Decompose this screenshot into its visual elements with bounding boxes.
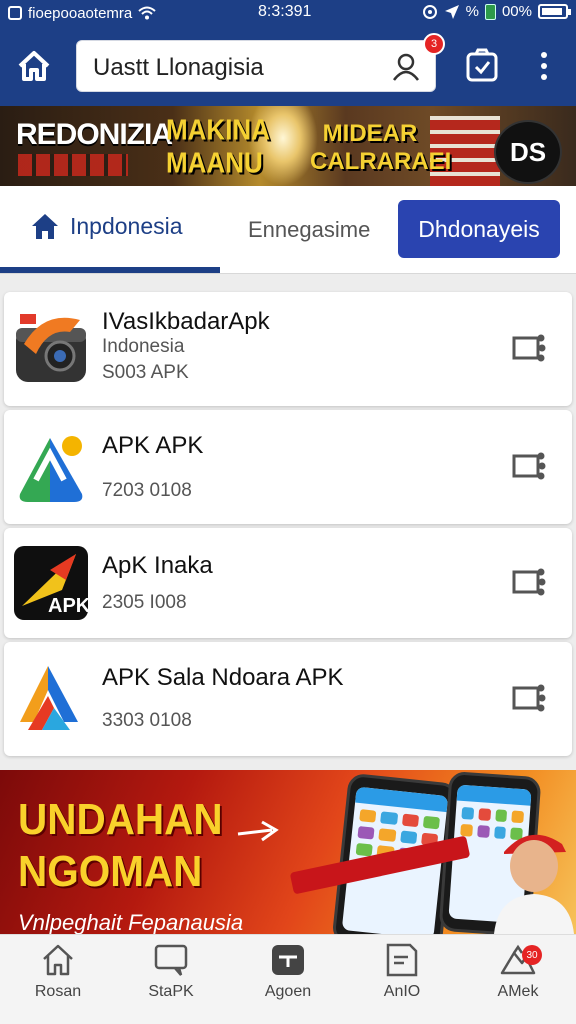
tab-bar: Inpdonesia Ennegasime Dhdonayeis — [0, 186, 576, 274]
tab-label: Inpdonesia — [70, 212, 183, 239]
more-options-button[interactable] — [534, 48, 554, 84]
yellow-apk-app-icon: APK — [14, 546, 88, 620]
promo-middle-text: MAKINA MAANU — [166, 113, 270, 179]
promo-banner[interactable]: REDONIZIA MAKINA MAANU MIDEAR CALRARAEI … — [0, 106, 576, 186]
app-title: APK Sala Ndoara APK — [102, 664, 344, 691]
nav-label: AMek — [497, 983, 539, 1000]
share-icon[interactable] — [512, 452, 546, 480]
home-icon — [32, 214, 58, 239]
home-button[interactable] — [14, 48, 54, 84]
status-bar: ﬁoepooaotemra 8:3:391 % 00% — [0, 0, 576, 26]
status-left: ﬁoepooaotemra — [8, 5, 156, 22]
tab-indonesia[interactable]: Inpdonesia — [30, 212, 183, 240]
app-icon — [272, 945, 304, 975]
chat-icon — [154, 944, 188, 976]
tab-dhdonayeis-button[interactable]: Dhdonayeis — [398, 200, 560, 258]
app-title: APK APK — [102, 432, 204, 459]
app-subtitle: Indonesia — [102, 336, 185, 357]
document-icon — [386, 943, 418, 977]
nav-label: AnIO — [383, 983, 421, 1000]
person-illustration — [494, 834, 574, 934]
wifi-icon — [138, 6, 156, 20]
search-input[interactable]: Uastt Llonagisia — [93, 54, 264, 82]
promo-right-text: MIDEAR CALRARAEI — [310, 120, 452, 175]
nav-label: StaPK — [148, 983, 194, 1000]
clipboard-check-icon — [466, 48, 498, 82]
app-title: IVasIkbadarApk — [102, 308, 270, 335]
battery-fill — [542, 8, 562, 15]
user-icon[interactable] — [391, 52, 421, 82]
notification-badge: 3 — [423, 33, 445, 55]
nav-document[interactable]: AnIO — [352, 943, 452, 1019]
search-bar[interactable]: Uastt Llonagisia 3 — [76, 33, 445, 92]
ad-banner[interactable]: UNDAHAN NGOMAN Vnlpeghait Fepanausia — [0, 770, 576, 934]
tab-ennegasime[interactable]: Ennegasime — [248, 217, 370, 243]
app-meta: 3303 0108 — [102, 710, 192, 731]
list-item[interactable]: APK APK 7203 0108 — [4, 410, 572, 524]
ad-subtext: Vnlpeghait Fepanausia — [18, 910, 244, 934]
promo-logo: DS — [494, 120, 562, 184]
app-meta: S003 APK — [102, 362, 189, 383]
green-battery-icon — [484, 3, 496, 20]
share-icon[interactable] — [512, 334, 546, 362]
promo-left-text: REDONIZIA — [16, 118, 173, 151]
app-meta: 7203 0108 — [102, 480, 192, 501]
nav-label: Agoen — [264, 983, 312, 1000]
list-item[interactable]: IVasIkbadarApk Indonesia S003 APK — [4, 292, 572, 406]
nav-label: Rosan — [34, 983, 82, 1000]
app-title: ApK Inaka — [102, 552, 213, 579]
tab-label: Dhdonayeis — [418, 215, 540, 242]
location-target-icon — [422, 4, 437, 19]
more-vertical-icon — [541, 52, 547, 80]
status-right: % 00% — [422, 3, 571, 20]
battery-percent: 00% — [501, 3, 532, 20]
percent-label: % — [465, 3, 479, 20]
active-tab-indicator — [0, 267, 220, 273]
ad-headline: UNDAHAN NGOMAN — [18, 794, 223, 898]
nav-chat[interactable]: StaPK — [121, 943, 221, 1019]
green-blue-a-app-icon — [19, 436, 83, 502]
svg-text:APK: APK — [48, 595, 88, 617]
navigation-arrow-icon — [444, 4, 459, 19]
ad-headline-line-2: NGOMAN — [18, 847, 203, 896]
home-icon — [43, 944, 73, 976]
carrier-name: ﬁoepooaotemra — [28, 4, 133, 22]
colorful-a-app-icon — [20, 666, 78, 730]
screenshot-icon — [8, 6, 22, 20]
app-bar: Uastt Llonagisia 3 — [0, 26, 576, 106]
camera-app-icon — [16, 314, 86, 382]
promo-stripe-decoration — [18, 154, 128, 176]
arrow-icon — [237, 820, 279, 842]
bottom-navigation: Rosan StaPK Agoen AnIO 30 AMek — [0, 934, 576, 1024]
app-meta: 2305 I008 — [102, 592, 187, 613]
promo-logo-text: DS — [509, 137, 547, 167]
notification-badge: 30 — [522, 945, 542, 965]
status-time: 8:3:391 — [258, 3, 312, 20]
share-icon[interactable] — [512, 568, 546, 596]
nav-mountain[interactable]: 30 AMek — [468, 943, 568, 1019]
share-icon[interactable] — [512, 684, 546, 712]
battery-icon — [538, 4, 571, 19]
nav-app[interactable]: Agoen — [238, 943, 338, 1019]
ad-headline-line-1: UNDAHAN — [18, 795, 223, 844]
verified-button[interactable] — [464, 48, 500, 84]
list-item[interactable]: APK Sala Ndoara APK 3303 0108 — [4, 642, 572, 756]
list-item[interactable]: APK ApK Inaka 2305 I008 — [4, 528, 572, 638]
home-icon — [18, 51, 50, 81]
nav-home[interactable]: Rosan — [8, 943, 108, 1019]
